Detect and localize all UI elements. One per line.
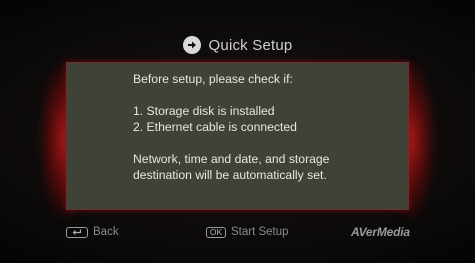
start-setup-label: Start Setup — [231, 226, 289, 238]
start-setup-button[interactable]: OK Start Setup — [206, 224, 289, 240]
arrow-right-circle-icon — [182, 36, 201, 54]
auto-setup-note-line-1: Network, time and date, and storage — [133, 152, 330, 166]
screen: Quick Setup Before setup, please check i… — [0, 0, 475, 263]
back-label: Back — [93, 226, 119, 238]
checklist-item-ethernet: 2. Ethernet cable is connected — [133, 120, 297, 134]
intro-text: Before setup, please check if: — [133, 72, 293, 86]
title-bar: Quick Setup — [0, 34, 475, 56]
page-title: Quick Setup — [208, 36, 293, 54]
brand-logo: AVerMedia — [351, 225, 410, 239]
back-button[interactable]: Back — [66, 224, 119, 240]
checklist-item-storage: 1. Storage disk is installed — [133, 104, 275, 118]
footer-hints: Back OK Start Setup AVerMedia — [0, 224, 475, 242]
panel-message: Before setup, please check if: 1. Storag… — [133, 71, 403, 183]
auto-setup-note-line-2: destination will be automatically set. — [133, 168, 327, 182]
setup-info-panel: Before setup, please check if: 1. Storag… — [66, 62, 409, 210]
return-key-icon — [66, 226, 88, 238]
ok-key-icon: OK — [206, 226, 226, 238]
